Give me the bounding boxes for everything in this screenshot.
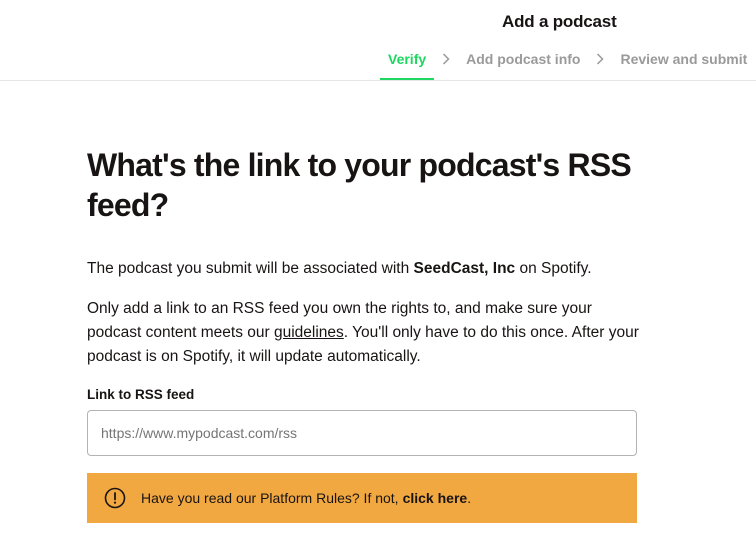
step-progress: Verify Add podcast info Review and submi… xyxy=(380,50,755,80)
rss-field-label: Link to RSS feed xyxy=(87,387,195,402)
association-text: The podcast you submit will be associate… xyxy=(87,257,647,281)
page-header-title: Add a podcast xyxy=(502,12,617,31)
warning-circle-icon xyxy=(104,487,126,509)
banner-end: . xyxy=(467,490,472,506)
step-review-and-submit[interactable]: Review and submit xyxy=(612,50,755,80)
step-verify[interactable]: Verify xyxy=(380,50,435,80)
banner-text: Have you read our Platform Rules? If not… xyxy=(141,490,399,506)
chevron-right-icon xyxy=(592,50,608,68)
page-title: What's the link to your podcast's RSS fe… xyxy=(87,147,632,223)
association-before: The podcast you submit will be associate… xyxy=(87,260,410,277)
platform-rules-banner: Have you read our Platform Rules? If not… xyxy=(87,473,637,523)
step-add-podcast-info[interactable]: Add podcast info xyxy=(458,50,588,80)
guidelines-link[interactable]: guidelines xyxy=(274,324,344,341)
company-name: SeedCast, Inc xyxy=(413,260,516,277)
main-content: What's the link to your podcast's RSS fe… xyxy=(87,145,647,456)
chevron-right-icon xyxy=(438,50,454,68)
header: Add a podcast Verify Add podcast info Re… xyxy=(0,0,756,81)
rights-text: Only add a link to an RSS feed you own t… xyxy=(87,297,647,369)
click-here-link[interactable]: click here xyxy=(403,490,468,506)
association-after: on Spotify. xyxy=(519,260,592,277)
rss-feed-input[interactable] xyxy=(87,410,637,456)
